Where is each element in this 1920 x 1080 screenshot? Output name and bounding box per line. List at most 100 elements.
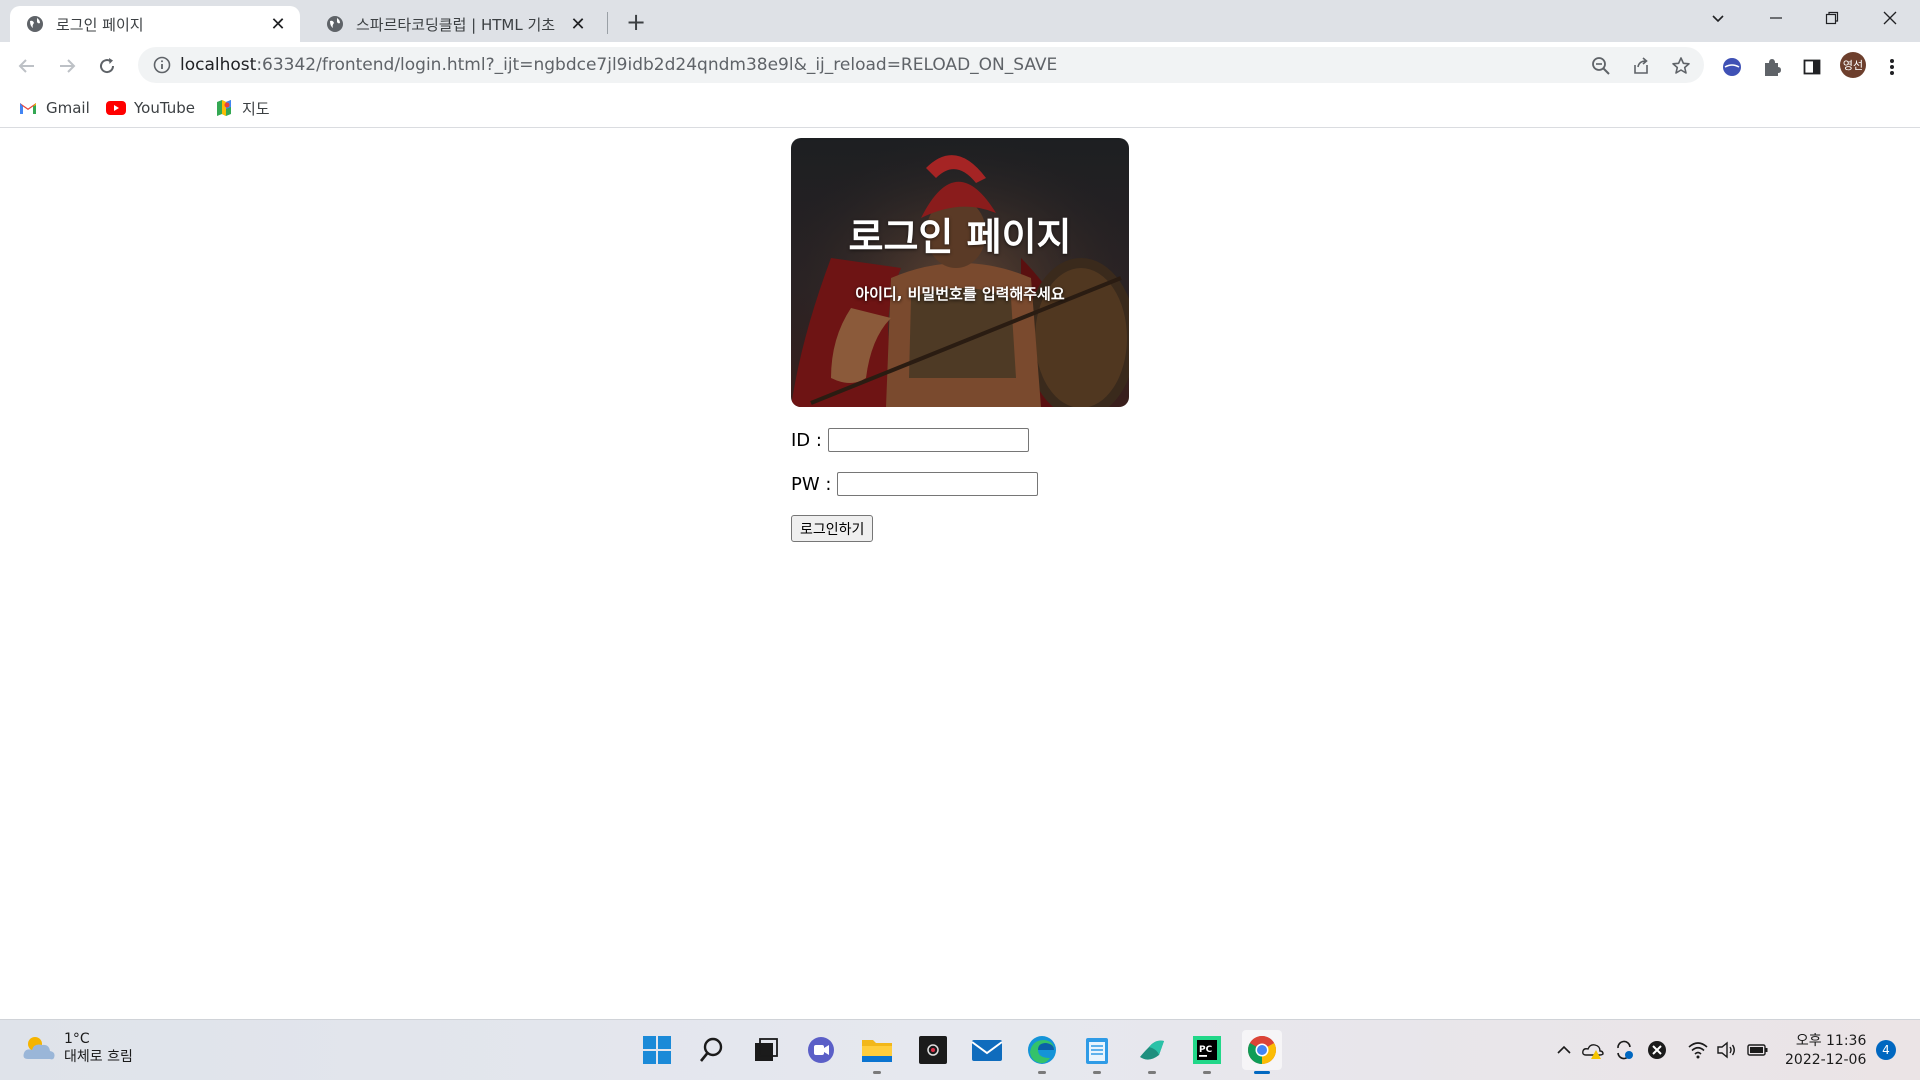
weather-temp: 1°C [64, 1031, 90, 1047]
login-button[interactable]: 로그인하기 [791, 515, 874, 542]
bookmark-star-icon[interactable] [1670, 55, 1692, 77]
tab-title: 스파르타코딩클럽 | HTML 기초 [356, 15, 556, 34]
running-indicator [1038, 1071, 1046, 1074]
sync-icon[interactable] [1612, 1038, 1636, 1062]
extension-icon[interactable] [1720, 55, 1744, 79]
site-info-icon[interactable] [144, 56, 180, 74]
address-bar[interactable]: localhost:63342/frontend/login.html?_ijt… [138, 47, 1704, 83]
media-app-icon [919, 1036, 947, 1064]
hero-title: 로그인 페이지 [848, 215, 1072, 259]
bookmark-gmail[interactable]: Gmail [18, 96, 90, 120]
bookmark-label: YouTube [134, 99, 195, 117]
minimize-button[interactable] [1748, 0, 1804, 36]
start-button[interactable] [637, 1030, 677, 1070]
close-window-button[interactable] [1862, 0, 1918, 36]
pw-input[interactable] [837, 472, 1039, 496]
mail-button[interactable] [967, 1030, 1007, 1070]
edge-button[interactable] [1022, 1030, 1062, 1074]
zoom-icon[interactable] [1590, 55, 1612, 77]
hero-subtitle: 아이디, 비밀번호를 입력해주세요 [855, 285, 1065, 303]
restore-button[interactable] [1804, 0, 1860, 36]
running-indicator [1093, 1071, 1101, 1074]
vscode-icon [1140, 1040, 1164, 1060]
start-icon [643, 1036, 671, 1064]
tab-login-page[interactable]: 로그인 페이지 ✕ [10, 6, 300, 42]
gmail-icon [18, 100, 38, 116]
pycharm-button[interactable]: PC [1187, 1030, 1227, 1074]
chrome-button[interactable] [1242, 1030, 1282, 1074]
windows-taskbar: 1°C 대체로 흐림 PC 오후 11:36 2022-12-06 4 [0, 1019, 1920, 1080]
running-indicator [1148, 1071, 1156, 1074]
task-view-button[interactable] [746, 1030, 786, 1070]
reload-button[interactable] [90, 49, 124, 83]
vscode-button[interactable] [1132, 1030, 1172, 1074]
cloudy-weather-icon [23, 1037, 55, 1060]
svg-text:PC: PC [1199, 1045, 1213, 1055]
running-indicator [873, 1071, 881, 1074]
weather-condition: 대체로 흐림 [64, 1049, 133, 1065]
id-input[interactable] [827, 428, 1029, 452]
notepad-icon [1086, 1038, 1108, 1064]
teams-chat-icon [808, 1037, 834, 1063]
app-tray-x-icon[interactable] [1645, 1038, 1669, 1062]
browser-toolbar: localhost:63342/frontend/login.html?_ijt… [0, 42, 1920, 88]
show-hidden-icons-icon[interactable] [1552, 1038, 1576, 1062]
notepad-button[interactable] [1077, 1030, 1117, 1074]
file-explorer-button[interactable] [857, 1030, 897, 1074]
back-arrow-icon [18, 59, 34, 73]
running-indicator [1254, 1071, 1270, 1074]
wifi-icon[interactable] [1686, 1038, 1710, 1062]
tab-strip: 로그인 페이지 ✕ 스파르타코딩클럽 | HTML 기초 ✕ + [0, 0, 1920, 42]
mail-icon [971, 1040, 1003, 1061]
battery-icon[interactable] [1746, 1038, 1770, 1062]
search-icon [699, 1037, 723, 1062]
back-button[interactable] [10, 49, 44, 83]
maps-icon [214, 100, 234, 116]
task-view-icon [755, 1038, 778, 1061]
close-tab-icon[interactable]: ✕ [268, 14, 288, 35]
bookmark-label: 지도 [242, 99, 270, 118]
tab-title: 로그인 페이지 [56, 15, 144, 34]
bookmark-maps[interactable]: 지도 [214, 96, 270, 120]
spartan-warrior-image [791, 138, 1129, 407]
globe-icon [327, 16, 343, 32]
share-icon[interactable] [1630, 55, 1652, 77]
forward-button[interactable] [50, 49, 84, 83]
id-field-row: ID : [791, 428, 1029, 452]
url-host: localhost [180, 55, 257, 75]
tab-sparta-coding[interactable]: 스파르타코딩클럽 | HTML 기초 ✕ [310, 6, 600, 42]
url-path: :63342/frontend/login.html?_ijt=ngbdce7j… [256, 55, 1058, 75]
clock-time: 오후 11:36 [1795, 1033, 1867, 1049]
weather-widget[interactable]: 1°C 대체로 흐림 [22, 1030, 133, 1066]
side-panel-icon[interactable] [1800, 55, 1824, 79]
chrome-icon [1248, 1036, 1276, 1064]
running-indicator [1203, 1071, 1211, 1074]
reload-icon [100, 58, 115, 74]
new-tab-button[interactable]: + [622, 8, 650, 36]
bookmark-youtube[interactable]: YouTube [106, 96, 195, 120]
volume-icon[interactable] [1714, 1038, 1738, 1062]
globe-icon [27, 16, 43, 32]
tab-separator [607, 12, 608, 34]
edge-icon [1028, 1036, 1056, 1064]
teams-chat-button[interactable] [801, 1030, 841, 1070]
media-app-button[interactable] [913, 1030, 953, 1070]
login-hero-banner: 로그인 페이지 아이디, 비밀번호를 입력해주세요 [791, 138, 1129, 407]
pycharm-icon: PC [1193, 1036, 1221, 1064]
bookmark-label: Gmail [46, 99, 90, 117]
search-button[interactable] [692, 1030, 732, 1070]
onedrive-warning-icon[interactable] [1581, 1038, 1605, 1062]
youtube-icon [106, 100, 126, 116]
forward-arrow-icon [60, 59, 76, 73]
system-clock[interactable]: 오후 11:36 2022-12-06 [1785, 1032, 1866, 1070]
bookmarks-bar: Gmail YouTube 지도 [0, 88, 1920, 128]
close-tab-icon[interactable]: ✕ [568, 14, 588, 35]
notification-badge[interactable]: 4 [1876, 1040, 1896, 1060]
pw-field-row: PW : [791, 472, 1039, 496]
more-menu-icon[interactable] [1880, 55, 1904, 79]
id-label: ID : [791, 429, 822, 451]
file-explorer-icon [862, 1040, 892, 1062]
profile-avatar[interactable]: 영선 [1840, 52, 1866, 78]
tab-search-icon[interactable] [1690, 0, 1746, 36]
puzzle-extensions-icon[interactable] [1760, 55, 1784, 79]
